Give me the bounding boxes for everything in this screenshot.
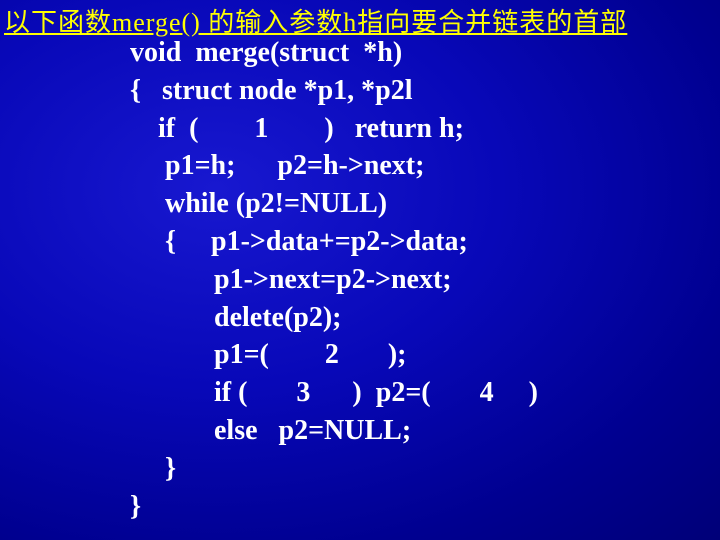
code-line: p1->next=p2->next;: [130, 264, 452, 295]
code-line: p1=h; p2=h->next;: [130, 150, 424, 181]
code-line: { p1->data+=p2->data;: [130, 226, 468, 257]
code-line: }: [130, 491, 141, 522]
code-line: delete(p2);: [130, 302, 342, 333]
code-line: while (p2!=NULL): [130, 188, 387, 219]
code-line: void merge(struct *h): [130, 37, 402, 68]
code-line: if ( 3 ) p2=( 4 ): [130, 377, 538, 408]
code-line: }: [130, 453, 176, 484]
code-block: void merge(struct *h) { struct node *p1,…: [130, 34, 538, 525]
code-line: else p2=NULL;: [130, 415, 411, 446]
code-line: { struct node *p1, *p2l: [130, 75, 413, 106]
code-line: if ( 1 ) return h;: [130, 113, 464, 144]
code-line: p1=( 2 );: [130, 339, 407, 370]
